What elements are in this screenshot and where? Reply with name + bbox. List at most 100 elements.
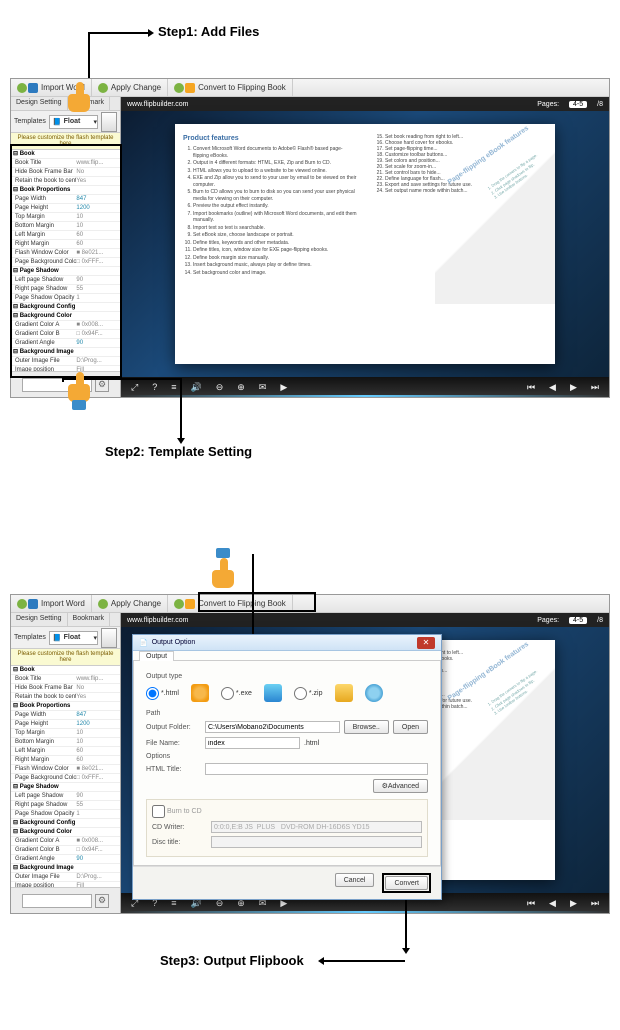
filename-input[interactable] xyxy=(205,737,300,749)
prop-row[interactable]: ⊟ Background Color xyxy=(11,828,120,837)
convert-button[interactable]: Convert to Flipping Book xyxy=(168,79,293,96)
prop-row[interactable]: Hide Book Frame BarNo xyxy=(11,684,120,693)
advanced-button[interactable]: ⚙ Advanced xyxy=(373,779,428,793)
flipbook[interactable]: Product features Convert Microsoft Word … xyxy=(175,124,555,364)
prop-row[interactable]: ⊟ Background Config xyxy=(11,819,120,828)
prop-row[interactable]: Flash Window Color■ 8e021... xyxy=(11,249,120,258)
prop-row[interactable]: Page Height1200 xyxy=(11,720,120,729)
nav-icon[interactable]: ⏭ xyxy=(591,382,599,393)
import-word-button[interactable]: Import Word xyxy=(11,595,92,612)
prop-row[interactable]: Right Margin60 xyxy=(11,240,120,249)
prop-row[interactable]: ⊟ Background Image xyxy=(11,348,120,357)
tab-design[interactable]: Design Setting xyxy=(11,97,68,110)
prop-row[interactable]: Left Margin60 xyxy=(11,747,120,756)
prop-row[interactable]: Page Shadow Opacity1 xyxy=(11,294,120,303)
control-icon[interactable]: ≡ xyxy=(171,382,176,393)
page-curl[interactable]: Page-flipping eBook features 1. Drag the… xyxy=(435,124,555,304)
control-icon[interactable]: ✉ xyxy=(259,382,267,393)
prop-row[interactable]: ⊟ Background Color xyxy=(11,312,120,321)
prop-row[interactable]: Left page Shadow90 xyxy=(11,276,120,285)
pages-input[interactable]: 4-5 xyxy=(569,101,587,108)
prop-row[interactable]: Gradient Angle90 xyxy=(11,855,120,864)
prop-row[interactable]: ⊟ Book Proportions xyxy=(11,702,120,711)
convert-dialog-button[interactable]: Convert xyxy=(385,876,428,890)
open-button[interactable]: Open xyxy=(393,720,428,734)
prop-row[interactable]: Outer Image FileD:\Prog... xyxy=(11,357,120,366)
prop-row[interactable]: ⊟ Background Image xyxy=(11,864,120,873)
cancel-button[interactable]: Cancel xyxy=(335,873,375,887)
prop-row[interactable]: Right page Shadow55 xyxy=(11,801,120,810)
nav-icon[interactable]: ⏮ xyxy=(527,898,535,909)
control-icon[interactable]: ⊖ xyxy=(216,382,224,393)
output-folder-input[interactable] xyxy=(205,721,340,733)
control-icon[interactable]: ? xyxy=(152,382,157,393)
prop-row[interactable]: Page Background Color□ 0xFFF... xyxy=(11,258,120,267)
feature-item: Define titles, keywords and other metada… xyxy=(193,240,357,247)
prop-row[interactable]: Left page Shadow90 xyxy=(11,792,120,801)
prop-row[interactable]: Retain the book to centerYes xyxy=(11,177,120,186)
dialog-tab-output[interactable]: Output xyxy=(139,651,174,661)
prop-row[interactable]: Left Margin60 xyxy=(11,231,120,240)
prop-row[interactable]: Gradient Color B□ 0x94F... xyxy=(11,330,120,339)
prop-row[interactable]: Retain the book to centerYes xyxy=(11,693,120,702)
tab-design[interactable]: Design Setting xyxy=(11,613,68,626)
convert-button[interactable]: Convert to Flipping Book xyxy=(168,595,293,612)
apply-change-button[interactable]: Apply Change xyxy=(92,79,168,96)
radio-zip[interactable] xyxy=(294,687,307,700)
template-select[interactable]: 📘Float▾ xyxy=(49,115,98,129)
nav-icon[interactable]: ▶ xyxy=(570,382,577,393)
prop-row[interactable]: Gradient Color B□ 0x94F... xyxy=(11,846,120,855)
prop-row[interactable]: ⊟ Book xyxy=(11,150,120,159)
html-title-input[interactable] xyxy=(205,763,428,775)
prop-row[interactable]: ⊟ Background Config xyxy=(11,303,120,312)
prop-row[interactable]: ⊟ Book xyxy=(11,666,120,675)
prop-row[interactable]: Top Margin10 xyxy=(11,213,120,222)
property-search[interactable] xyxy=(22,894,92,908)
cloud-icon[interactable] xyxy=(365,684,383,702)
nav-icon[interactable]: ◀ xyxy=(549,898,556,909)
prop-row[interactable]: Page Width847 xyxy=(11,711,120,720)
feature-item: EXE and Zip allow you to send to your us… xyxy=(193,175,357,188)
feature-item: Convert Microsoft Word documents to Adob… xyxy=(193,146,357,159)
nav-icon[interactable]: ◀ xyxy=(549,382,556,393)
radio-html[interactable] xyxy=(146,687,159,700)
property-grid[interactable]: ⊟ BookBook Titlewww.flip...Hide Book Fra… xyxy=(11,150,120,371)
nav-icon[interactable]: ▶ xyxy=(570,898,577,909)
prop-row[interactable]: Book Titlewww.flip... xyxy=(11,675,120,684)
browse-button[interactable]: Browse.. xyxy=(344,720,389,734)
nav-icon[interactable]: ⏭ xyxy=(591,898,599,909)
prop-row[interactable]: Page Width847 xyxy=(11,195,120,204)
prop-row[interactable]: Outer Image FileD:\Prog... xyxy=(11,873,120,882)
prop-row[interactable]: Gradient Color A■ 0x008... xyxy=(11,321,120,330)
close-button[interactable]: ✕ xyxy=(417,637,435,649)
burn-checkbox[interactable] xyxy=(152,805,165,818)
nav-icon[interactable]: ⏮ xyxy=(527,382,535,393)
prop-row[interactable]: Book Titlewww.flip... xyxy=(11,159,120,168)
prop-row[interactable]: Hide Book Frame BarNo xyxy=(11,168,120,177)
control-icon[interactable]: 🔊 xyxy=(190,382,201,393)
apply-change-button[interactable]: Apply Change xyxy=(92,595,168,612)
control-icon[interactable]: ⊕ xyxy=(237,382,245,393)
zip-icon xyxy=(335,684,353,702)
settings-icon[interactable] xyxy=(95,894,109,908)
prop-row[interactable]: Page Shadow Opacity1 xyxy=(11,810,120,819)
control-icon[interactable]: ▶ xyxy=(280,382,287,393)
control-icon[interactable]: ⤢ xyxy=(131,382,138,393)
prop-row[interactable]: ⊟ Book Proportions xyxy=(11,186,120,195)
prop-row[interactable]: Bottom Margin10 xyxy=(11,222,120,231)
prop-row[interactable]: ⊟ Page Shadow xyxy=(11,783,120,792)
template-select[interactable]: 📘Float▾ xyxy=(49,631,98,645)
prop-row[interactable]: Bottom Margin10 xyxy=(11,738,120,747)
prop-row[interactable]: Top Margin10 xyxy=(11,729,120,738)
prop-row[interactable]: Right Margin60 xyxy=(11,756,120,765)
prop-row[interactable]: Flash Window Color■ 8e021... xyxy=(11,765,120,774)
template-thumb[interactable] xyxy=(101,112,117,132)
prop-row[interactable]: Page Background Color□ 0xFFF... xyxy=(11,774,120,783)
prop-row[interactable]: Right page Shadow55 xyxy=(11,285,120,294)
radio-exe[interactable] xyxy=(221,687,234,700)
prop-row[interactable]: Page Height1200 xyxy=(11,204,120,213)
prop-row[interactable]: Gradient Color A■ 0x008... xyxy=(11,837,120,846)
prop-row[interactable]: Gradient Angle90 xyxy=(11,339,120,348)
prop-row[interactable]: ⊟ Page Shadow xyxy=(11,267,120,276)
tab-bookmark[interactable]: Bookmark xyxy=(68,613,111,626)
